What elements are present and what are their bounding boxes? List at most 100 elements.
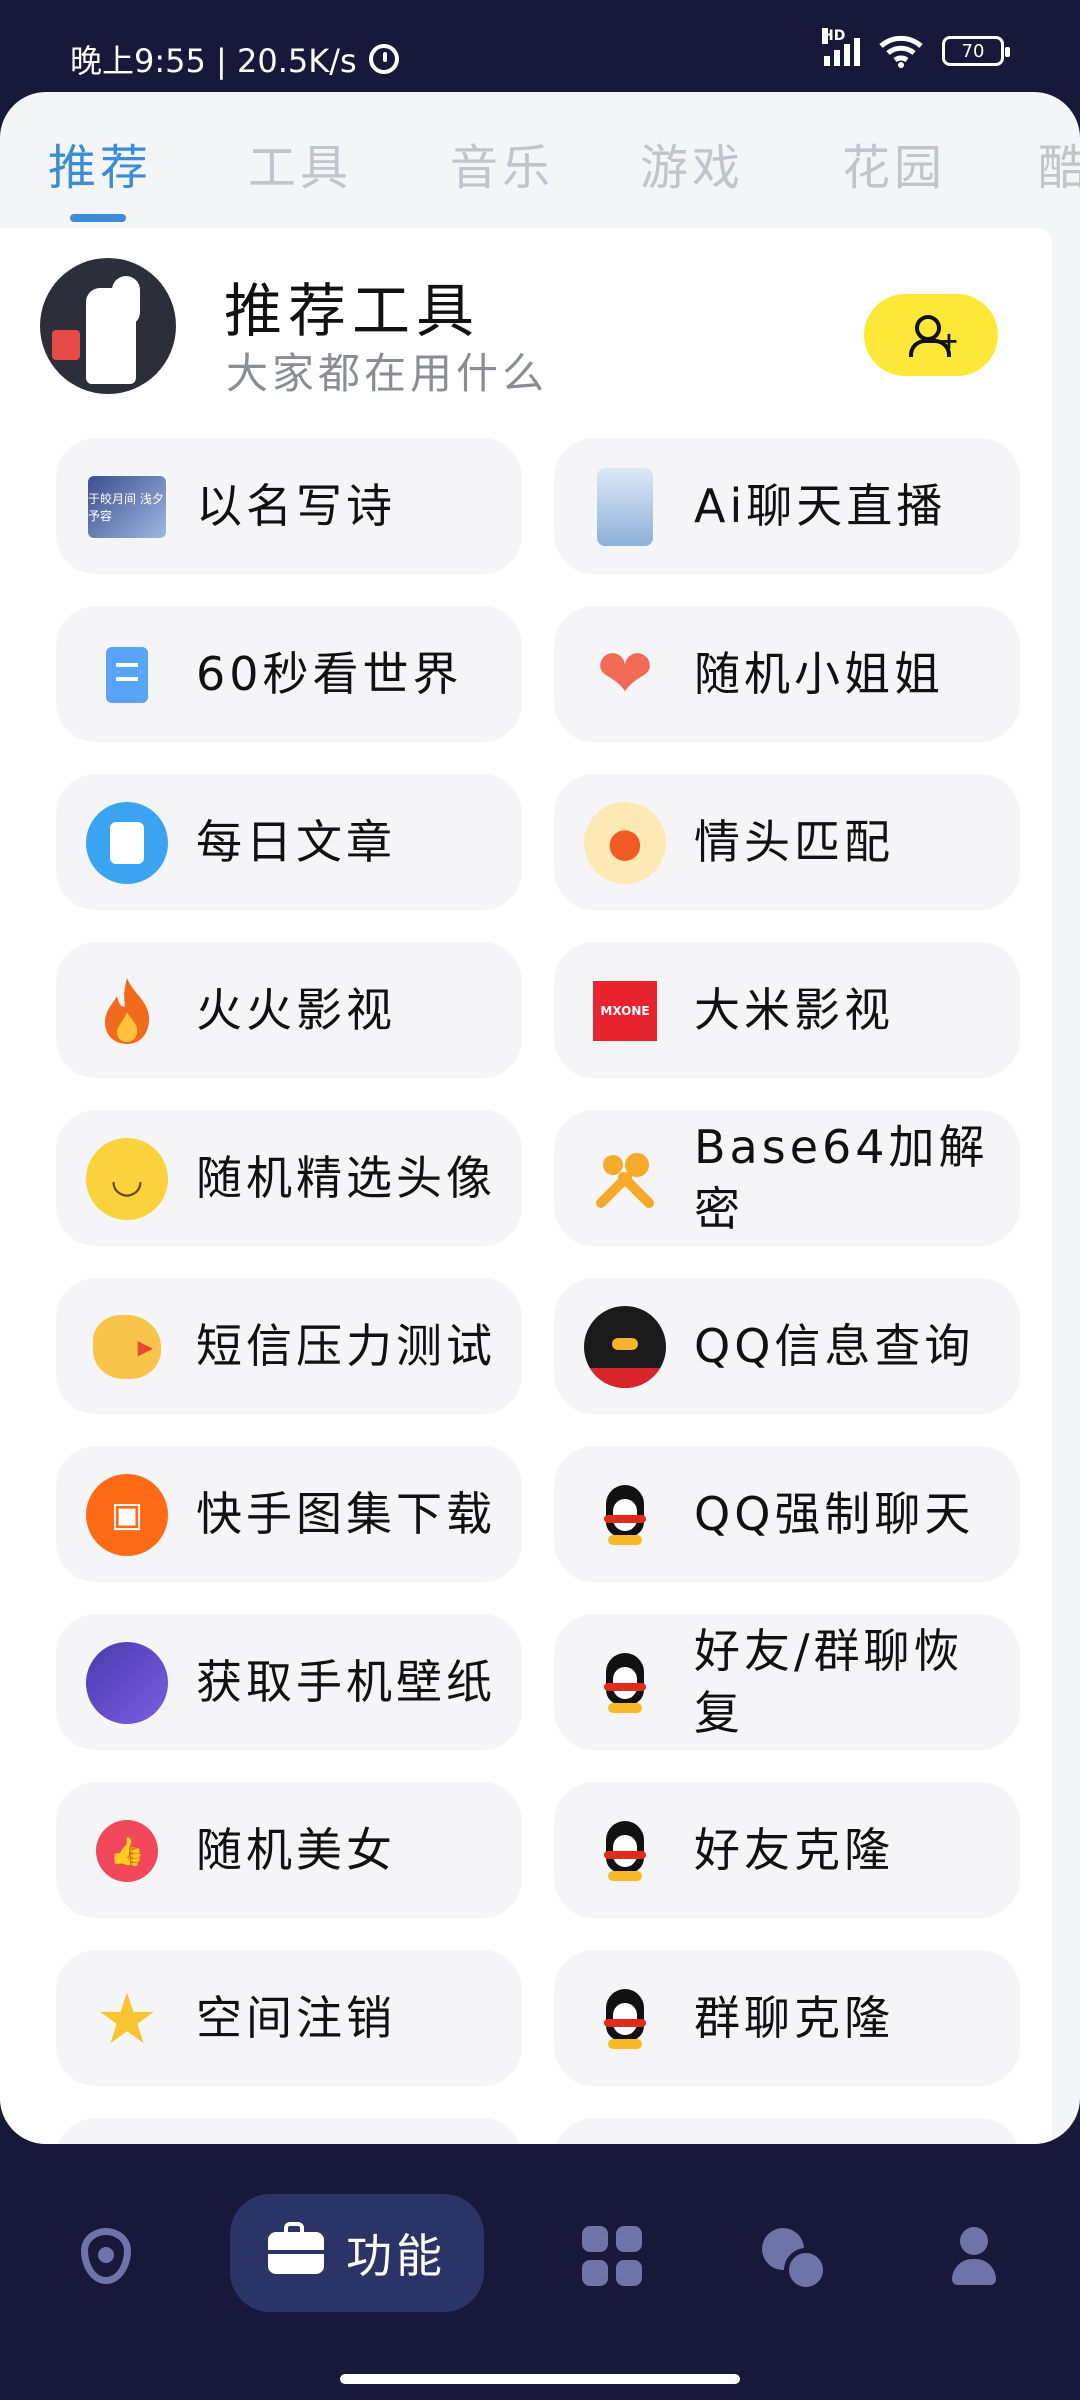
- article-icon: [86, 802, 168, 884]
- tool-label: 随机精选头像: [196, 1151, 496, 1205]
- thumbs-up-avatar: [40, 258, 176, 394]
- tool-label: Ai聊天直播: [694, 479, 947, 533]
- flame-circle-icon: ●: [584, 802, 666, 884]
- tool-item-friend-recover[interactable]: 好友/群聊恢复: [554, 1614, 1020, 1750]
- tool-item-random-girl[interactable]: ❤ 随机小姐姐: [554, 606, 1020, 742]
- tool-item-sms-test[interactable]: ▶ 短信压力测试: [56, 1278, 522, 1414]
- qq-penguin-icon: [584, 1306, 666, 1388]
- tool-label: 好友/群聊恢复: [694, 1624, 964, 1740]
- tool-item-qzone-cancel[interactable]: ★ 空间注销: [56, 1950, 522, 2086]
- tool-label: Base64加解密: [694, 1120, 989, 1236]
- tool-item-ai-chat[interactable]: Ai聊天直播: [554, 438, 1020, 574]
- tool-label: 快手图集下载: [196, 1487, 496, 1541]
- nav-discover[interactable]: [46, 2196, 166, 2316]
- anime-girl-icon: [584, 466, 666, 548]
- bottom-nav: 功能: [0, 2144, 1080, 2400]
- alarm-icon: [368, 44, 399, 74]
- tool-label: 好友克隆: [694, 1823, 894, 1877]
- tool-item-base64[interactable]: Base64加解密: [554, 1110, 1020, 1246]
- tab-music[interactable]: 音乐: [450, 128, 554, 198]
- wrench-icon: [584, 1138, 666, 1220]
- tool-label: 大米影视: [694, 983, 894, 1037]
- tool-item-kuaishou[interactable]: ▣ 快手图集下载: [56, 1446, 522, 1582]
- smirk-face-icon: ◡: [86, 1138, 168, 1220]
- nav-profile[interactable]: [914, 2196, 1034, 2316]
- tools-panel: 推荐工具 大家都在用什么 + 于皎月间 浅夕予容 以名写诗 Ai聊天直播 60秒…: [0, 228, 1052, 2144]
- tool-item-qq-force-chat[interactable]: QQ强制聊天: [554, 1446, 1020, 1582]
- tool-label: 以名写诗: [196, 479, 396, 533]
- tool-item-couple-avatar[interactable]: ● 情头匹配: [554, 774, 1020, 910]
- status-bar: 晚上9:55 | 20.5K/s HD 70: [0, 0, 1080, 92]
- apps-grid-icon: [582, 2226, 642, 2286]
- kuaishou-icon: ▣: [86, 1474, 168, 1556]
- hd-label: HD: [822, 28, 846, 44]
- tool-item-random-avatar[interactable]: ◡ 随机精选头像: [56, 1110, 522, 1246]
- battery-level: 70: [961, 40, 985, 62]
- tab-recommend[interactable]: 推荐: [48, 128, 152, 198]
- section-subtitle: 大家都在用什么: [226, 349, 549, 398]
- status-left: 晚上9:55 | 20.5K/s: [70, 36, 399, 82]
- section-title: 推荐工具: [224, 277, 481, 345]
- mxone-logo-icon: MXONE: [584, 970, 666, 1052]
- tool-label: 群聊克隆: [694, 1991, 894, 2045]
- qq-penguin-icon: [584, 1642, 666, 1724]
- tool-item-huohuo-video[interactable]: 火火影视: [56, 942, 522, 1078]
- tool-label: 随机小姐姐: [694, 647, 944, 701]
- tool-label: 每日文章: [196, 815, 396, 869]
- tab-games[interactable]: 游戏: [640, 128, 744, 198]
- qq-penguin-icon: [584, 1978, 666, 2060]
- tool-item-poem[interactable]: 于皎月间 浅夕予容 以名写诗: [56, 438, 522, 574]
- tool-item-partial[interactable]: [56, 2118, 522, 2144]
- tool-item-dami-video[interactable]: MXONE 大米影视: [554, 942, 1020, 1078]
- poem-image-icon: 于皎月间 浅夕予容: [86, 466, 168, 548]
- signal-icon: HD: [822, 28, 860, 66]
- tool-item-qq-info[interactable]: QQ信息查询: [554, 1278, 1020, 1414]
- heart-icon: ❤: [596, 635, 654, 714]
- chat-bubbles-icon: [762, 2228, 828, 2292]
- main-card: 推荐 工具 音乐 游戏 花园 酷 推荐工具 大家都在用什么 + 于皎月间 浅夕予…: [0, 92, 1080, 2144]
- nav-apps[interactable]: [552, 2196, 672, 2316]
- tool-label: 火火影视: [196, 983, 396, 1037]
- tab-indicator: [70, 214, 126, 222]
- qq-penguin-icon: [584, 1810, 666, 1892]
- category-tabs: 推荐 工具 音乐 游戏 花园 酷: [0, 92, 1080, 228]
- tool-item-wallpaper[interactable]: 获取手机壁纸: [56, 1614, 522, 1750]
- tool-label: QQ信息查询: [694, 1319, 975, 1373]
- tool-item-random-beauty[interactable]: 👍 随机美女: [56, 1782, 522, 1918]
- tool-label: 情头匹配: [694, 815, 894, 869]
- nav-messages[interactable]: [732, 2196, 852, 2316]
- tomato-like-icon: 👍: [86, 1810, 168, 1892]
- tab-tools[interactable]: 工具: [248, 128, 352, 198]
- tool-label: 短信压力测试: [196, 1319, 496, 1373]
- add-user-icon: +: [909, 315, 959, 357]
- tool-item-60s-news[interactable]: 60秒看世界: [56, 606, 522, 742]
- tool-label: 随机美女: [196, 1823, 396, 1877]
- chick-icon: ▶: [86, 1306, 168, 1388]
- tab-cool[interactable]: 酷: [1038, 128, 1080, 198]
- nav-functions[interactable]: 功能: [230, 2194, 484, 2312]
- user-icon: [952, 2227, 996, 2285]
- tool-label: 获取手机壁纸: [196, 1655, 496, 1709]
- add-user-button[interactable]: +: [864, 294, 998, 376]
- tool-item-group-clone[interactable]: 群聊克隆: [554, 1950, 1020, 2086]
- tool-label: 空间注销: [196, 1991, 396, 2045]
- location-pin-icon: [81, 2228, 131, 2284]
- wifi-icon: [879, 35, 923, 68]
- tool-item-daily-article[interactable]: 每日文章: [56, 774, 522, 910]
- tool-label: QQ强制聊天: [694, 1487, 975, 1541]
- status-right: HD 70: [822, 28, 1010, 68]
- tool-item-friend-clone[interactable]: 好友克隆: [554, 1782, 1020, 1918]
- qq-penguin-icon: [584, 1474, 666, 1556]
- fire-icon: [86, 970, 168, 1052]
- wallpaper-icon: [86, 1642, 168, 1724]
- nav-functions-label: 功能: [346, 2229, 446, 2283]
- battery-icon: 70: [942, 36, 1010, 66]
- briefcase-icon: [268, 2222, 324, 2274]
- home-indicator[interactable]: [340, 2374, 740, 2384]
- tab-garden[interactable]: 花园: [842, 128, 946, 198]
- scroll-doc-icon: [86, 634, 168, 716]
- tool-label: 60秒看世界: [196, 647, 463, 701]
- tool-item-partial[interactable]: [554, 2118, 1020, 2144]
- time-network-speed: 晚上9:55 | 20.5K/s: [70, 42, 357, 80]
- qzone-star-icon: ★: [95, 1978, 159, 2060]
